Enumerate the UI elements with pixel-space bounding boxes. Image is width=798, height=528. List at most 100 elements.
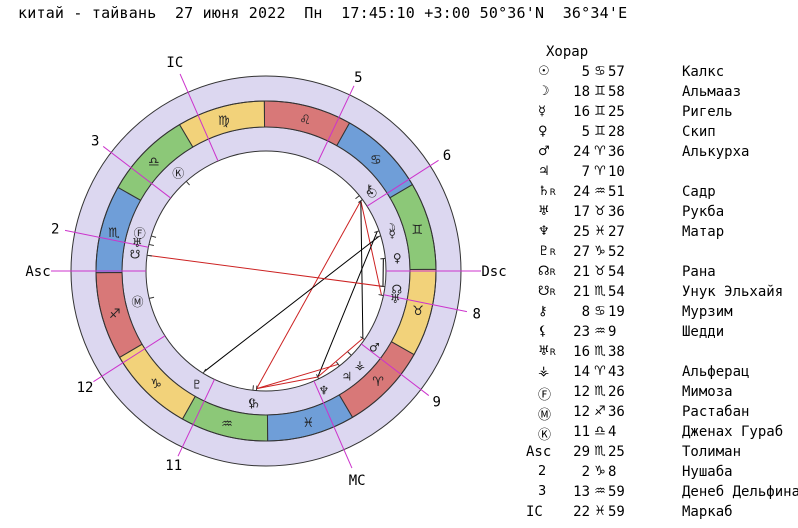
row-minutes: 36: [608, 144, 625, 160]
planet-glyph-icon: Ⓚ: [172, 166, 184, 180]
row-minutes: 8: [608, 464, 617, 480]
row-retrograde-mark: R: [549, 248, 556, 258]
zodiac-sign-icon: ♈: [372, 375, 384, 390]
row-sign-icon: ♉: [594, 204, 606, 219]
house-label: 9: [433, 395, 441, 411]
row-degree: 14: [573, 364, 590, 380]
planet-tick: [252, 385, 254, 391]
row-degree: 18: [573, 84, 590, 100]
row-sign-icon: ♒: [594, 484, 606, 499]
row-degree: 5: [581, 124, 590, 140]
row-minutes: 58: [608, 84, 625, 100]
row-sign-icon: ♈: [594, 144, 606, 159]
row-degree: 16: [573, 344, 590, 360]
row-point-glyph: Asc: [526, 444, 552, 460]
row-fixed-star: Ригель: [682, 104, 733, 120]
row-minutes: 9: [608, 324, 617, 340]
planet-glyph-icon: ⚸: [247, 396, 256, 410]
row-sign-icon: ♐: [594, 404, 606, 419]
row-retrograde-mark: R: [549, 348, 556, 358]
row-minutes: 36: [608, 404, 625, 420]
row-fixed-star: Мимоза: [682, 384, 733, 400]
row-retrograde-mark: R: [549, 288, 556, 298]
table-row: ♅ 17 ♉ 36 Рукба: [520, 204, 798, 224]
row-minutes: 59: [608, 484, 625, 500]
row-degree: 27: [573, 244, 590, 260]
row-sign-icon: ♑: [594, 244, 606, 259]
row-fixed-star: Нушаба: [682, 464, 733, 480]
table-row: ☋R 21 ♏ 54 Унук Эльхайя: [520, 284, 798, 304]
row-minutes: 4: [608, 424, 617, 440]
row-degree: 17: [573, 204, 590, 220]
row-sign-icon: ♏: [594, 444, 606, 459]
row-minutes: 59: [608, 504, 625, 520]
row-sign-icon: ♏: [594, 384, 606, 399]
table-row: Ⓕ 12 ♏ 26 Мимоза: [520, 384, 798, 404]
house-label: 8: [473, 307, 481, 323]
row-degree: 16: [573, 104, 590, 120]
row-sign-icon: ♊: [594, 124, 606, 139]
row-sign-icon: ♓: [594, 504, 606, 519]
row-degree: 5: [581, 64, 590, 80]
house-label: 2: [51, 221, 59, 237]
table-row: ⚶ 14 ♈ 43 Альферац: [520, 364, 798, 384]
table-row: ☉ 5 ♋ 57 Калкс: [520, 64, 798, 84]
row-minutes: 54: [608, 284, 625, 300]
table-row: ♄R 24 ♒ 51 Садр: [520, 184, 798, 204]
row-fixed-star: Альферац: [682, 364, 750, 380]
row-sign-icon: ♏: [594, 284, 606, 299]
house-label: 3: [91, 133, 99, 149]
row-fixed-star: Калкс: [682, 64, 725, 80]
row-sign-icon: ♓: [594, 224, 606, 239]
house-label: Dsc: [481, 264, 506, 280]
zodiac-sign-icon: ♋: [370, 153, 382, 168]
zodiac-sign-icon: ♐: [109, 307, 121, 322]
row-fixed-star: Унук Эльхайя: [682, 284, 784, 300]
row-sign-icon: ♋: [594, 304, 606, 319]
row-minutes: 19: [608, 304, 625, 320]
row-degree: 21: [573, 284, 590, 300]
planet-glyph-icon: ☋: [130, 248, 141, 262]
house-label: 12: [77, 380, 94, 396]
row-fixed-star: Рана: [682, 264, 716, 280]
row-degree: 12: [573, 404, 590, 420]
table-row: ♆ 25 ♓ 27 Матар: [520, 224, 798, 244]
row-minutes: 57: [608, 64, 625, 80]
row-minutes: 10: [608, 164, 625, 180]
table-row: ♂ 24 ♈ 36 Алькурха: [520, 144, 798, 164]
row-degree: 24: [573, 144, 590, 160]
row-minutes: 52: [608, 244, 625, 260]
row-sign-icon: ♎: [594, 424, 606, 439]
row-fixed-star: Толиман: [682, 444, 742, 460]
table-row: 3 13 ♒ 59 Денеб Дельфина: [520, 484, 798, 504]
row-sign-icon: ♒: [594, 324, 606, 339]
planet-glyph-icon: ♀: [393, 251, 402, 265]
row-minutes: 38: [608, 344, 625, 360]
row-fixed-star: Садр: [682, 184, 716, 200]
row-sign-icon: ♒: [594, 184, 606, 199]
row-degree: 8: [581, 304, 590, 320]
row-degree: 7: [581, 164, 590, 180]
row-degree: 24: [573, 184, 590, 200]
row-retrograde-mark: R: [549, 268, 556, 278]
row-degree: 25: [573, 224, 590, 240]
row-degree: 23: [573, 324, 590, 340]
planet-tick: [380, 257, 386, 260]
table-row: Ⓜ 12 ♐ 36 Растабан: [520, 404, 798, 424]
row-degree: 22: [573, 504, 590, 520]
row-minutes: 51: [608, 184, 625, 200]
zodiac-sign-icon: ♎: [148, 155, 160, 170]
table-row: ♇R 27 ♑ 52: [520, 244, 798, 264]
row-fixed-star: Дженах Гураб: [682, 424, 784, 440]
planet-glyph-icon: ☿: [389, 226, 396, 240]
planet-glyph-icon: Ⓕ: [134, 226, 146, 240]
row-minutes: 25: [608, 104, 625, 120]
planet-glyph-icon: ♂: [369, 340, 380, 354]
row-degree: 2: [581, 464, 590, 480]
zodiac-sign-icon: ♏: [108, 226, 120, 241]
table-row: Ⓚ 11 ♎ 4 Дженах Гураб: [520, 424, 798, 444]
row-sign-icon: ♉: [594, 264, 606, 279]
row-minutes: 28: [608, 124, 625, 140]
table-row: ⚸ 23 ♒ 9 Шедди: [520, 324, 798, 344]
planet-glyph-icon: Ⓜ: [131, 295, 143, 309]
